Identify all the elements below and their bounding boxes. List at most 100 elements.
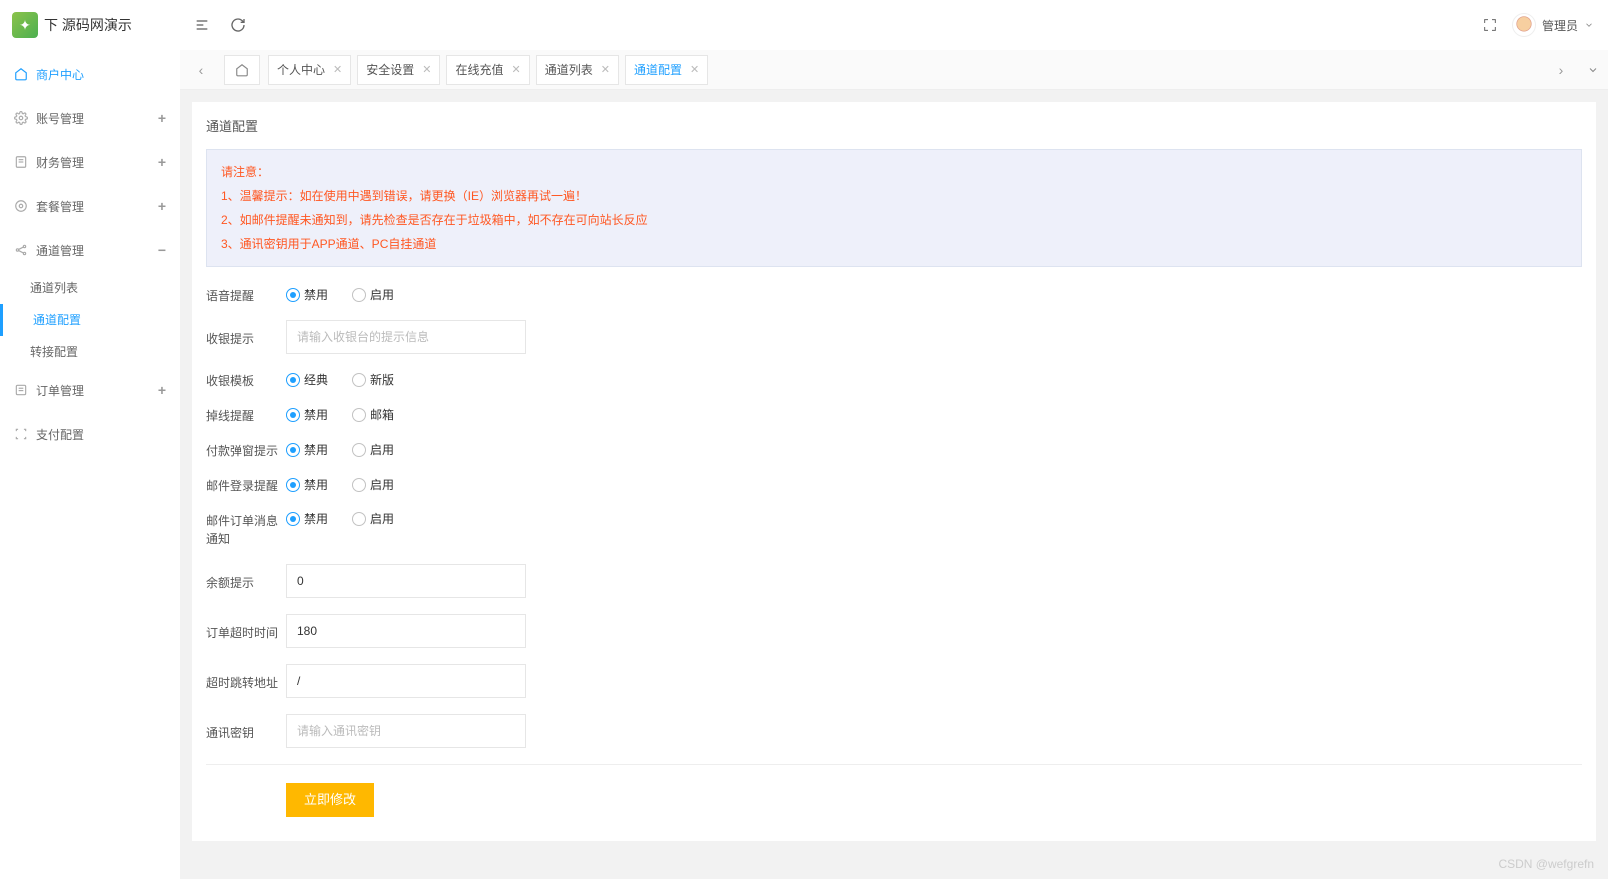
panel: 通道配置 请注意： 1、温馨提示：如在使用中遇到错误，请更换（IE）浏览器再试一… [192,102,1596,841]
notice-line-3: 3、通讯密钥用于APP通道、PC自挂通道 [221,232,1567,256]
tab-label: 通道配置 [634,56,682,84]
close-icon[interactable]: ✕ [601,56,610,84]
tab-channel-list[interactable]: 通道列表 ✕ [536,55,619,85]
radio-popup-enable[interactable]: 启用 [352,441,394,458]
sub-item-label: 通道配置 [33,313,81,327]
label-template: 收银模板 [206,370,286,389]
fullscreen-icon[interactable] [1482,17,1498,33]
close-icon[interactable]: ✕ [422,56,431,84]
label-popup: 付款弹窗提示 [206,440,286,459]
chevron-down-icon [1587,64,1599,76]
notice-line-1: 1、温馨提示：如在使用中遇到错误，请更换（IE）浏览器再试一遍！ [221,184,1567,208]
home-icon [14,67,28,81]
sub-item-label: 通道列表 [30,281,78,295]
label-mail-order: 邮件订单消息通知 [206,510,286,548]
user-label: 管理员 [1542,17,1578,34]
tab-online-recharge[interactable]: 在线充值✕ [446,55,529,85]
radio-voice-enable[interactable]: 启用 [352,286,394,303]
list-icon [14,383,28,397]
label-balance: 余额提示 [206,572,286,591]
sidebar-item-order-mgmt[interactable]: 订单管理 + [0,368,180,412]
sidebar-item-account-mgmt[interactable]: 账号管理 + [0,96,180,140]
sidebar-item-package-mgmt[interactable]: 套餐管理 + [0,184,180,228]
radio-popup-disable[interactable]: 禁用 [286,441,328,458]
refresh-icon[interactable] [230,17,246,33]
plus-icon: + [158,154,166,170]
sub-item-transfer-config[interactable]: 转接配置 [0,336,180,368]
sidebar-item-merchant-center[interactable]: 商户中心 [0,52,180,96]
tab-channel-config[interactable]: 通道配置 ✕ [625,55,708,85]
user-dropdown[interactable]: 管理员 [1512,13,1594,37]
logo-text: 下 源码网演示 [44,15,132,35]
sidebar-item-label: 套餐管理 [36,198,84,215]
gear-icon [14,111,28,125]
label-mail-login: 邮件登录提醒 [206,475,286,494]
plus-icon: + [158,110,166,126]
tabs-more[interactable] [1578,55,1608,85]
header: 管理员 [180,0,1608,50]
divider [206,764,1582,765]
close-icon[interactable]: ✕ [511,56,520,84]
sidebar-item-label: 支付配置 [36,426,84,443]
home-icon [235,63,249,77]
label-cashier: 收银提示 [206,328,286,347]
tab-label: 安全设置 [366,56,414,84]
gear-icon [14,199,28,213]
document-icon [14,155,28,169]
logo: ✦ 下 源码网演示 [0,0,180,50]
sidebar: ✦ 下 源码网演示 商户中心 账号管理 + 财务管理 + [0,0,180,879]
input-secret[interactable] [286,714,526,748]
scan-icon [14,427,28,441]
input-redirect[interactable] [286,664,526,698]
tabs-row: ‹ 个人中心 ✕ 安全设置 ✕ 在线充值✕ 通道列表 ✕ 通道配置 ✕ › [180,50,1608,90]
sidebar-item-label: 订单管理 [36,382,84,399]
radio-template-new[interactable]: 新版 [352,371,394,388]
input-balance[interactable] [286,564,526,598]
radio-offline-disable[interactable]: 禁用 [286,406,328,423]
label-secret: 通讯密钥 [206,722,286,741]
sub-item-label: 转接配置 [30,345,78,359]
close-icon[interactable]: ✕ [333,56,342,84]
sidebar-item-label: 通道管理 [36,242,84,259]
radio-offline-email[interactable]: 邮箱 [352,406,394,423]
share-icon [14,243,28,257]
label-redirect: 超时跳转地址 [206,672,286,691]
sidebar-item-label: 商户中心 [36,66,84,83]
label-offline: 掉线提醒 [206,405,286,424]
radio-mailord-enable[interactable]: 启用 [352,510,394,527]
notice-head: 请注意： [221,160,1567,184]
plus-icon: + [158,198,166,214]
tab-home[interactable] [224,55,260,85]
close-icon[interactable]: ✕ [690,56,699,84]
notice-box: 请注意： 1、温馨提示：如在使用中遇到错误，请更换（IE）浏览器再试一遍！ 2、… [206,149,1582,267]
submit-button[interactable]: 立即修改 [286,783,374,817]
tabs-prev[interactable]: ‹ [186,55,216,85]
tab-security-settings[interactable]: 安全设置 ✕ [357,55,440,85]
notice-line-2: 2、如邮件提醒未通知到，请先检查是否存在于垃圾箱中，如不存在可向站长反应 [221,208,1567,232]
label-timeout: 订单超时时间 [206,622,286,641]
tabs-next[interactable]: › [1546,55,1576,85]
sidebar-item-finance-mgmt[interactable]: 财务管理 + [0,140,180,184]
tab-label: 通道列表 [545,56,593,84]
input-cashier-tip[interactable] [286,320,526,354]
radio-maillog-enable[interactable]: 启用 [352,476,394,493]
sidebar-item-channel-mgmt[interactable]: 通道管理 − [0,228,180,272]
tab-label: 个人中心 [277,56,325,84]
radio-template-classic[interactable]: 经典 [286,371,328,388]
radio-voice-disable[interactable]: 禁用 [286,286,328,303]
sub-item-channel-list[interactable]: 通道列表 [0,272,180,304]
tab-personal-center[interactable]: 个人中心 ✕ [268,55,351,85]
label-voice: 语音提醒 [206,285,286,304]
panel-title: 通道配置 [206,116,1582,135]
avatar [1512,13,1536,37]
sub-item-channel-config[interactable]: 通道配置 [0,304,180,336]
minus-icon: − [158,242,166,258]
sidebar-item-payment-config[interactable]: 支付配置 [0,412,180,456]
sidebar-item-label: 财务管理 [36,154,84,171]
menu-toggle-icon[interactable] [194,17,210,33]
plus-icon: + [158,382,166,398]
input-timeout[interactable] [286,614,526,648]
radio-maillog-disable[interactable]: 禁用 [286,476,328,493]
radio-mailord-disable[interactable]: 禁用 [286,510,328,527]
watermark: CSDN @wefgrefn [1498,857,1594,871]
